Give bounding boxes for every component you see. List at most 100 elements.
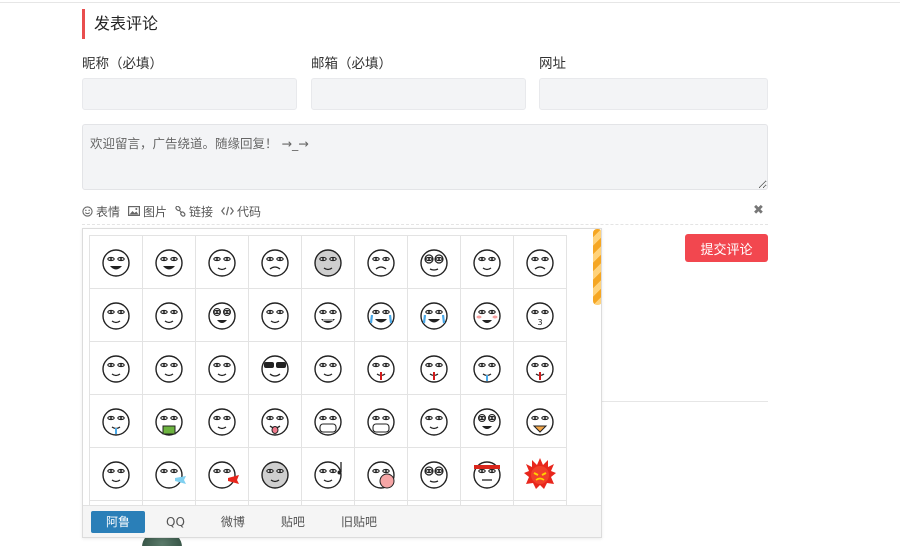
tongue-face-icon — [261, 408, 289, 436]
plain-face-icon — [155, 355, 183, 383]
emoji-cell[interactable] — [461, 289, 514, 342]
emoji-cell[interactable] — [408, 236, 461, 289]
kiss-face-icon: 3 — [526, 302, 554, 330]
emoji-tab[interactable]: 阿鲁 — [91, 510, 146, 533]
spit-face-icon — [155, 461, 186, 489]
emoji-cell[interactable] — [355, 448, 408, 501]
emoji-cell[interactable] — [355, 395, 408, 448]
emoji-cell[interactable] — [302, 236, 355, 289]
bleeding-face-icon — [420, 355, 448, 383]
laugh-cry-face-icon — [420, 302, 448, 330]
emoji-cell[interactable] — [461, 342, 514, 395]
emoji-cell[interactable] — [249, 395, 302, 448]
image-tool-label: 图片 — [143, 204, 168, 219]
emoji-cell[interactable] — [90, 395, 143, 448]
emoji-cell[interactable] — [461, 236, 514, 289]
emoji-cell[interactable] — [408, 448, 461, 501]
close-panel-icon[interactable]: ✖ — [753, 204, 764, 218]
emoji-cell[interactable] — [196, 342, 249, 395]
emoji-cell[interactable] — [90, 289, 143, 342]
emoji-cell[interactable] — [249, 236, 302, 289]
sad-face-icon — [367, 249, 395, 277]
vomit-face-icon — [155, 408, 183, 436]
emoji-panel: 3 阿鲁 QQ 微博 贴吧 旧贴吧 — [82, 228, 602, 538]
email-input[interactable] — [311, 78, 526, 110]
top-divider — [0, 2, 900, 3]
link-tool-button[interactable]: 链接 — [175, 203, 213, 220]
emoji-cell[interactable] — [461, 448, 514, 501]
svg-text:3: 3 — [537, 318, 542, 327]
blood-face-icon — [526, 355, 554, 383]
emoji-cell[interactable] — [90, 236, 143, 289]
emoji-cell[interactable] — [196, 236, 249, 289]
bubble-face-icon — [367, 461, 395, 489]
drool-face-icon — [473, 355, 501, 383]
emoji-cell[interactable] — [408, 395, 461, 448]
emoji-cell[interactable] — [196, 289, 249, 342]
emoji-cell[interactable] — [249, 289, 302, 342]
taped-mouth-face-icon — [367, 408, 395, 436]
beak-face-icon — [526, 408, 554, 436]
tear-face-icon — [102, 408, 130, 436]
emoji-cell[interactable] — [514, 448, 567, 501]
emoji-cell[interactable] — [302, 395, 355, 448]
emoji-tabs: 阿鲁 QQ 微博 贴吧 旧贴吧 — [83, 505, 601, 537]
emoji-cell[interactable] — [90, 448, 143, 501]
submit-comment-button[interactable]: 提交评论 — [685, 234, 768, 262]
emoji-cell[interactable] — [408, 289, 461, 342]
emoji-cell[interactable] — [461, 395, 514, 448]
blush-face-icon — [473, 302, 501, 330]
emoji-cell[interactable] — [143, 342, 196, 395]
email-label: 邮箱（必填） — [311, 56, 392, 72]
emoji-cell[interactable] — [514, 395, 567, 448]
emoji-cell[interactable] — [249, 342, 302, 395]
website-input[interactable] — [539, 78, 768, 110]
emoji-cell[interactable]: 3 — [514, 289, 567, 342]
glasses-face-icon — [420, 461, 448, 489]
comment-textarea[interactable] — [82, 124, 768, 190]
emoji-tab[interactable]: QQ — [151, 511, 200, 533]
emoji-tool-button[interactable]: 表情 — [82, 203, 120, 220]
emoji-tab[interactable]: 贴吧 — [266, 511, 320, 533]
annoyed-face-icon — [102, 355, 130, 383]
emoji-cell[interactable] — [143, 236, 196, 289]
emoji-cell[interactable] — [355, 236, 408, 289]
bandage-face-icon — [208, 408, 236, 436]
emoji-cell[interactable] — [196, 395, 249, 448]
emoji-cell[interactable] — [408, 342, 461, 395]
emoji-cell[interactable] — [514, 342, 567, 395]
squint-face-icon — [155, 249, 183, 277]
smile-face-icon — [208, 249, 236, 277]
frown-face-icon — [261, 249, 289, 277]
emoji-tab[interactable]: 微博 — [206, 511, 260, 533]
shocked-face-icon — [208, 355, 236, 383]
image-tool-button[interactable]: 图片 — [128, 203, 167, 220]
page-title: 发表评论 — [94, 14, 159, 33]
smoking-face-icon — [102, 461, 130, 489]
emoji-cell[interactable] — [302, 342, 355, 395]
emoji-grid: 3 — [89, 235, 567, 537]
emoji-cell[interactable] — [302, 448, 355, 501]
website-label: 网址 — [539, 56, 566, 72]
gray-face-icon — [314, 249, 342, 277]
toothy-face-icon — [314, 302, 342, 330]
emoji-cell[interactable] — [355, 289, 408, 342]
shadow-face-icon — [420, 408, 448, 436]
emoji-tab[interactable]: 旧贴吧 — [326, 511, 392, 533]
nickname-input[interactable] — [82, 78, 297, 110]
emoji-cell[interactable] — [143, 448, 196, 501]
emoji-cell[interactable] — [143, 395, 196, 448]
emoji-tool-label: 表情 — [96, 204, 121, 219]
emoji-cell[interactable] — [302, 289, 355, 342]
emoji-cell[interactable] — [196, 448, 249, 501]
emoji-cell[interactable] — [90, 342, 143, 395]
emoji-cell[interactable] — [143, 289, 196, 342]
headband-face-icon — [473, 461, 501, 489]
goggle-face-icon — [420, 249, 448, 277]
emoji-cell[interactable] — [249, 448, 302, 501]
code-tool-button[interactable]: 代码 — [221, 203, 261, 220]
emoji-cell[interactable] — [355, 342, 408, 395]
emoji-scrollbar[interactable] — [593, 229, 601, 305]
emoji-cell[interactable] — [514, 236, 567, 289]
nosebleed-face-icon — [367, 355, 395, 383]
